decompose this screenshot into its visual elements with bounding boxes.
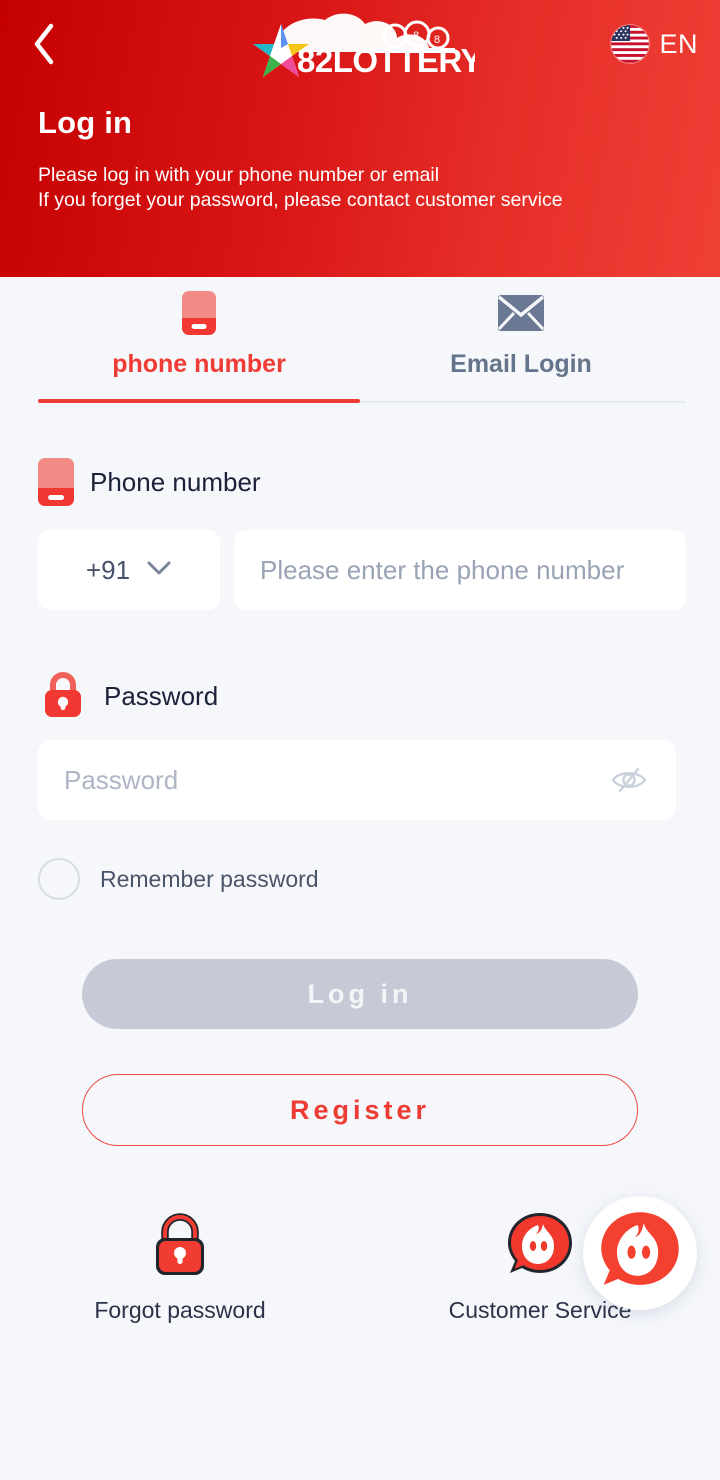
- support-chat-icon: [502, 1205, 578, 1285]
- eye-off-icon[interactable]: [608, 759, 650, 801]
- password-input[interactable]: [64, 764, 608, 796]
- login-method-tabs: phone number Email Login: [38, 288, 686, 403]
- remember-password-row[interactable]: Remember password: [38, 858, 319, 900]
- support-chat-icon: [594, 1205, 686, 1302]
- phone-icon: [38, 458, 74, 506]
- page-title: Log in: [38, 105, 133, 140]
- register-button[interactable]: Register: [82, 1074, 638, 1146]
- page-subtitle: Please log in with your phone number or …: [38, 163, 563, 213]
- us-flag-icon: [611, 25, 650, 63]
- password-label-text: Password: [104, 681, 219, 711]
- header: 2 8 8 82LOTTERY EN Log in Please log in …: [0, 0, 720, 277]
- tab-email-login[interactable]: Email Login: [360, 288, 682, 403]
- lock-icon: [38, 668, 88, 725]
- phone-number-label-text: Phone number: [90, 466, 261, 497]
- password-input-row[interactable]: [38, 740, 676, 820]
- tab-phone-number[interactable]: phone number: [38, 288, 360, 403]
- phone-number-label: Phone number: [38, 458, 261, 506]
- language-code: EN: [659, 28, 698, 59]
- app-logo: 2 8 8 82LOTTERY: [245, 8, 475, 80]
- svg-text:82LOTTERY: 82LOTTERY: [297, 42, 475, 79]
- country-code-selector[interactable]: +91: [38, 530, 220, 610]
- phone-input-wrapper[interactable]: [234, 530, 686, 610]
- country-code-value: +91: [85, 554, 131, 585]
- login-button[interactable]: Log in: [82, 959, 638, 1029]
- remember-password-checkbox[interactable]: [38, 858, 80, 900]
- phone-icon: [182, 288, 216, 338]
- phone-input-row: +91: [38, 530, 686, 610]
- floating-customer-service-button[interactable]: [583, 1196, 697, 1310]
- chevron-left-icon: [31, 22, 57, 66]
- svg-text:8: 8: [413, 30, 419, 42]
- login-screen: 2 8 8 82LOTTERY EN Log in Please log in …: [0, 0, 720, 1480]
- tabs-active-indicator: [38, 399, 360, 403]
- envelope-icon: [497, 288, 545, 338]
- tab-email-login-label: Email Login: [450, 350, 592, 378]
- phone-input[interactable]: [260, 554, 660, 586]
- tab-phone-number-label: phone number: [112, 350, 286, 378]
- language-selector[interactable]: EN: [611, 22, 698, 66]
- back-button[interactable]: [18, 18, 70, 70]
- password-label: Password: [38, 668, 218, 725]
- forgot-password-action[interactable]: Forgot password: [0, 1205, 360, 1324]
- subtitle-line-1: Please log in with your phone number or …: [38, 164, 440, 186]
- padlock-icon: [144, 1205, 216, 1285]
- chevron-down-icon: [146, 560, 172, 581]
- forgot-password-label: Forgot password: [94, 1297, 266, 1323]
- remember-password-label: Remember password: [100, 865, 319, 892]
- subtitle-line-2: If you forget your password, please cont…: [38, 189, 563, 211]
